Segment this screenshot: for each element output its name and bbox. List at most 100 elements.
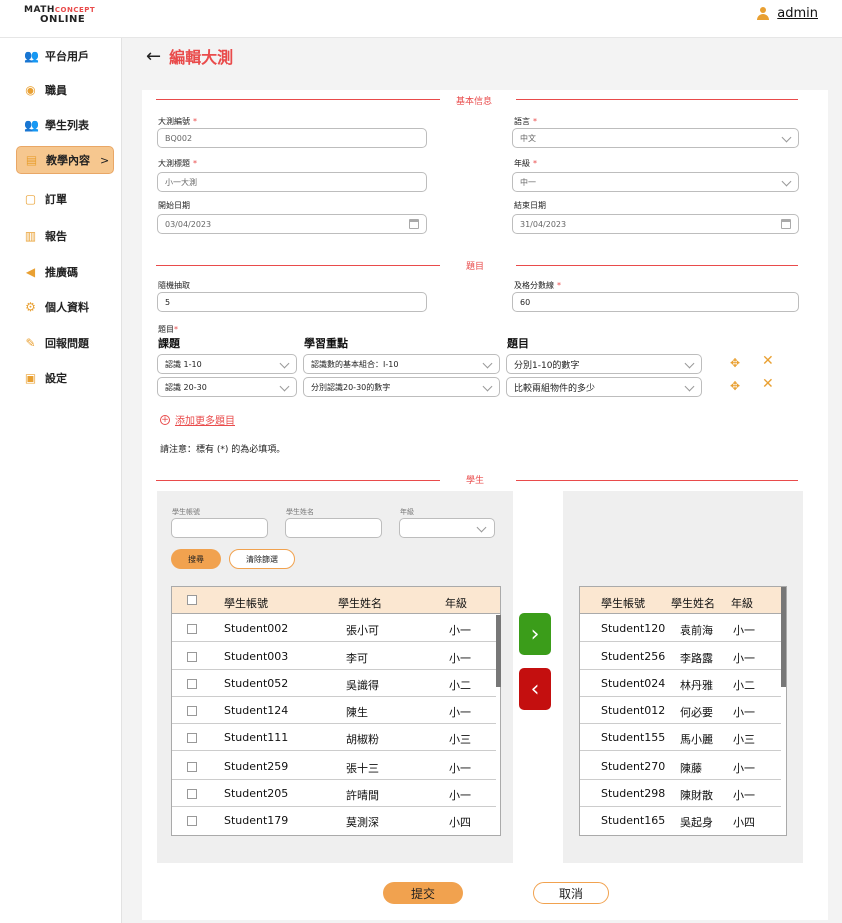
row-checkbox[interactable] <box>187 816 197 826</box>
sidebar-item-label: 報告 <box>45 230 67 243</box>
focus-select[interactable]: 認識數的基本組合：I-10 <box>303 354 500 374</box>
table-row[interactable]: Student155 馬小麗 小三 <box>580 724 781 751</box>
close-icon[interactable]: ✕ <box>762 376 774 392</box>
feedback-icon: ✎ <box>25 335 36 350</box>
sidebar-item-platform-users[interactable]: 👥 平台用戶 <box>16 42 114 70</box>
table-row[interactable]: Student270 陳藤 小一 <box>580 753 781 780</box>
table-row[interactable]: Student256 李路露 小一 <box>580 643 781 670</box>
sidebar-item-reports[interactable]: ▥ 報告 <box>16 222 114 250</box>
sidebar-item-label: 推廣碼 <box>45 266 78 279</box>
drag-move-icon[interactable]: ✥ <box>730 356 740 370</box>
row-checkbox[interactable] <box>187 679 197 689</box>
table-row[interactable]: Student002 張小可 小一 <box>172 615 496 642</box>
topic-select[interactable]: 認識 1-10 <box>157 354 297 374</box>
form-card: 基本信息 大測編號 * BQ002 語言 * 中文 大測標題 * 小一大測 年級 * 中… <box>142 90 828 920</box>
col-account-header: 學生帳號 <box>224 597 268 610</box>
table-row[interactable]: Student259 張十三 小一 <box>172 753 496 780</box>
sidebar-item-label: 設定 <box>45 372 67 385</box>
megaphone-icon: ◀ <box>25 264 36 279</box>
topic-select[interactable]: 認識 20-30 <box>157 377 297 397</box>
sidebar-item-profile[interactable]: ⚙ 個人資料 <box>16 293 114 321</box>
col-question-header: 題目 <box>507 337 529 350</box>
section-divider <box>516 265 798 266</box>
table-row[interactable]: Student003 李可 小一 <box>172 643 496 670</box>
table-row[interactable]: Student205 許晴間 小一 <box>172 780 496 807</box>
col-topic-header: 課題 <box>158 337 180 350</box>
question-select[interactable]: 比較兩組物件的多少 <box>506 377 702 397</box>
code-input[interactable]: BQ002 <box>157 128 427 148</box>
sidebar-item-orders[interactable]: ▢ 訂單 <box>16 185 114 213</box>
sidebar-item-feedback[interactable]: ✎ 回報問題 <box>16 329 114 357</box>
drag-move-icon[interactable]: ✥ <box>730 379 740 393</box>
chevron-down-icon <box>781 132 792 143</box>
chevron-down-icon <box>482 358 493 369</box>
move-right-button[interactable]: › <box>519 613 551 655</box>
sidebar-item-students[interactable]: 👥 學生列表 <box>16 111 114 139</box>
calendar-icon[interactable] <box>409 219 419 229</box>
available-students-panel: 學生帳號 學生姓名 年級 搜尋 清除篩選 學生帳號 學生姓名 年級 Studen… <box>157 491 513 863</box>
chevron-down-icon <box>781 176 792 187</box>
sidebar-item-content[interactable]: ▤ 教學內容 > <box>16 146 114 174</box>
table-header: 學生帳號 學生姓名 年級 <box>172 587 500 614</box>
section-divider <box>516 99 798 100</box>
filter-account-input[interactable] <box>171 518 268 538</box>
row-checkbox[interactable] <box>187 706 197 716</box>
sidebar-item-settings[interactable]: ▣ 設定 <box>16 364 114 392</box>
select-all-checkbox[interactable] <box>187 595 197 605</box>
grade-select[interactable]: 中一 <box>512 172 799 192</box>
staff-icon: ◉ <box>25 82 36 97</box>
row-checkbox[interactable] <box>187 762 197 772</box>
focus-select[interactable]: 分別認識20-30的數字 <box>303 377 500 397</box>
col-name-header: 學生姓名 <box>338 597 382 610</box>
col-account-header: 學生帳號 <box>601 597 645 610</box>
random-input[interactable]: 5 <box>157 292 427 312</box>
search-button[interactable]: 搜尋 <box>171 549 221 569</box>
question-select[interactable]: 分別1-10的數字 <box>506 354 702 374</box>
scrollbar[interactable] <box>781 587 786 687</box>
page-title-text: 編輯大測 <box>169 48 234 67</box>
selected-students-table: 學生帳號 學生姓名 年級 Student120 袁前海 小一 Student256 李… <box>579 586 787 836</box>
table-row[interactable]: Student298 陳財散 小一 <box>580 780 781 807</box>
start-date-input[interactable]: 03/04/2023 <box>157 214 427 234</box>
report-icon: ▥ <box>24 228 37 243</box>
sidebar-item-staff[interactable]: ◉ 職員 <box>16 76 114 104</box>
table-row[interactable]: Student124 陳生 小一 <box>172 697 496 724</box>
row-checkbox[interactable] <box>187 789 197 799</box>
clear-filter-button[interactable]: 清除篩選 <box>229 549 295 569</box>
scrollbar[interactable] <box>496 615 501 687</box>
sidebar-item-promo-code[interactable]: ◀ 推廣碼 <box>16 258 114 286</box>
sidebar-item-label: 學生列表 <box>45 119 89 132</box>
table-row[interactable]: Student179 莫測深 小四 <box>172 807 496 834</box>
users-icon: 👥 <box>24 48 39 63</box>
title-input[interactable]: 小一大測 <box>157 172 427 192</box>
lang-select[interactable]: 中文 <box>512 128 799 148</box>
end-date-input[interactable]: 31/04/2023 <box>512 214 799 234</box>
row-checkbox[interactable] <box>187 652 197 662</box>
section-divider <box>156 265 440 266</box>
row-checkbox[interactable] <box>187 733 197 743</box>
row-checkbox[interactable] <box>187 624 197 634</box>
submit-button[interactable]: 提交 <box>383 882 463 904</box>
filter-name-input[interactable] <box>285 518 382 538</box>
logo: MATHCONCEPT ONLINE <box>24 6 95 25</box>
filter-grade-select[interactable] <box>399 518 495 538</box>
back-arrow-icon[interactable]: ← <box>146 46 161 67</box>
user-link[interactable]: admin <box>777 6 818 21</box>
add-more-questions-link[interactable]: + 添加更多題目 <box>160 412 235 427</box>
cancel-button[interactable]: 取消 <box>533 882 609 904</box>
table-row[interactable]: Student024 林丹雅 小二 <box>580 670 781 697</box>
sidebar-item-label: 個人資料 <box>45 301 89 314</box>
pass-input[interactable]: 60 <box>512 292 799 312</box>
plus-circle-icon: + <box>160 414 170 425</box>
user-menu[interactable]: admin <box>757 6 818 21</box>
calendar-icon[interactable] <box>781 219 791 229</box>
table-row[interactable]: Student165 吳起身 小四 <box>580 807 781 834</box>
table-row[interactable]: Student012 何必要 小一 <box>580 697 781 724</box>
move-left-button[interactable]: ‹ <box>519 668 551 710</box>
start-date-label: 開始日期 <box>158 201 190 210</box>
table-row[interactable]: Student120 袁前海 小一 <box>580 615 781 642</box>
table-row[interactable]: Student052 吳識得 小二 <box>172 670 496 697</box>
table-row[interactable]: Student111 胡椒粉 小三 <box>172 724 496 751</box>
end-date-label: 結束日期 <box>514 201 546 210</box>
close-icon[interactable]: ✕ <box>762 353 774 369</box>
